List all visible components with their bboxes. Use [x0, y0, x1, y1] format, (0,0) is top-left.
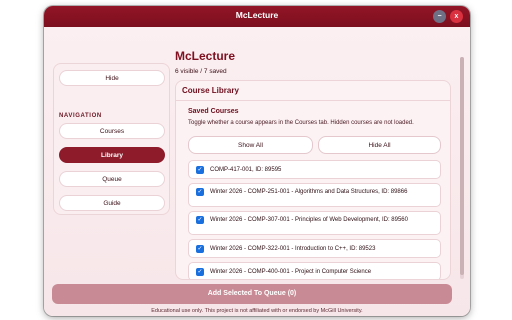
- window-title: McLecture: [235, 10, 279, 20]
- scrollbar-thumb[interactable]: [460, 57, 464, 275]
- course-item[interactable]: ✓ Winter 2026 - COMP-251-001 - Algorithm…: [188, 183, 441, 207]
- app-content: Hide NAVIGATION Courses Library Queue Gu…: [44, 27, 470, 316]
- section-title: Saved Courses: [188, 108, 239, 115]
- hide-all-button[interactable]: Hide All: [318, 136, 441, 154]
- checkbox[interactable]: ✓: [196, 188, 204, 196]
- checkbox[interactable]: ✓: [196, 245, 204, 253]
- disclaimer-footer: Educational use only. This project is no…: [151, 308, 363, 314]
- course-label: Winter 2026 - COMP-400-001 - Project in …: [210, 269, 372, 275]
- sidebar-item-guide[interactable]: Guide: [59, 195, 165, 211]
- minimize-button[interactable]: −: [433, 10, 446, 23]
- course-item[interactable]: ✓ Winter 2026 - COMP-400-001 - Project i…: [188, 262, 441, 279]
- course-item[interactable]: ✓ Winter 2026 - COMP-322-001 - Introduct…: [188, 239, 441, 258]
- checkbox[interactable]: ✓: [196, 166, 204, 174]
- add-to-queue-button[interactable]: Add Selected To Queue (0): [52, 284, 452, 304]
- course-item[interactable]: ✓ Winter 2026 - COMP-307-001 - Principle…: [188, 211, 441, 235]
- divider: [176, 100, 450, 101]
- checkbox[interactable]: ✓: [196, 268, 204, 276]
- course-label: COMP-417-001, ID: 89595: [210, 167, 282, 173]
- course-library-panel: Course Library Saved Courses Toggle whet…: [175, 80, 451, 280]
- section-description: Toggle whether a course appears in the C…: [188, 120, 414, 126]
- sidebar-item-library[interactable]: Library: [59, 147, 165, 163]
- show-all-button[interactable]: Show All: [188, 136, 313, 154]
- sidebar: Hide NAVIGATION Courses Library Queue Gu…: [53, 63, 170, 215]
- scrollbar[interactable]: [460, 57, 464, 279]
- title-bar[interactable]: McLecture − x: [44, 6, 470, 27]
- course-item[interactable]: ✓ COMP-417-001, ID: 89595: [188, 160, 441, 179]
- sidebar-item-courses[interactable]: Courses: [59, 123, 165, 139]
- visible-count: 6 visible / 7 saved: [175, 68, 227, 75]
- nav-heading: NAVIGATION: [59, 113, 102, 119]
- course-label: Winter 2026 - COMP-322-001 - Introductio…: [210, 246, 376, 252]
- course-label: Winter 2026 - COMP-251-001 - Algorithms …: [210, 189, 408, 195]
- sidebar-item-queue[interactable]: Queue: [59, 171, 165, 187]
- close-button[interactable]: x: [450, 10, 463, 23]
- hide-sidebar-button[interactable]: Hide: [59, 70, 165, 86]
- panel-title: Course Library: [182, 86, 239, 95]
- course-label: Winter 2026 - COMP-307-001 - Principles …: [210, 217, 408, 223]
- app-window: McLecture − x Hide NAVIGATION Courses Li…: [44, 6, 470, 316]
- page-title: McLecture: [175, 49, 236, 63]
- checkbox[interactable]: ✓: [196, 216, 204, 224]
